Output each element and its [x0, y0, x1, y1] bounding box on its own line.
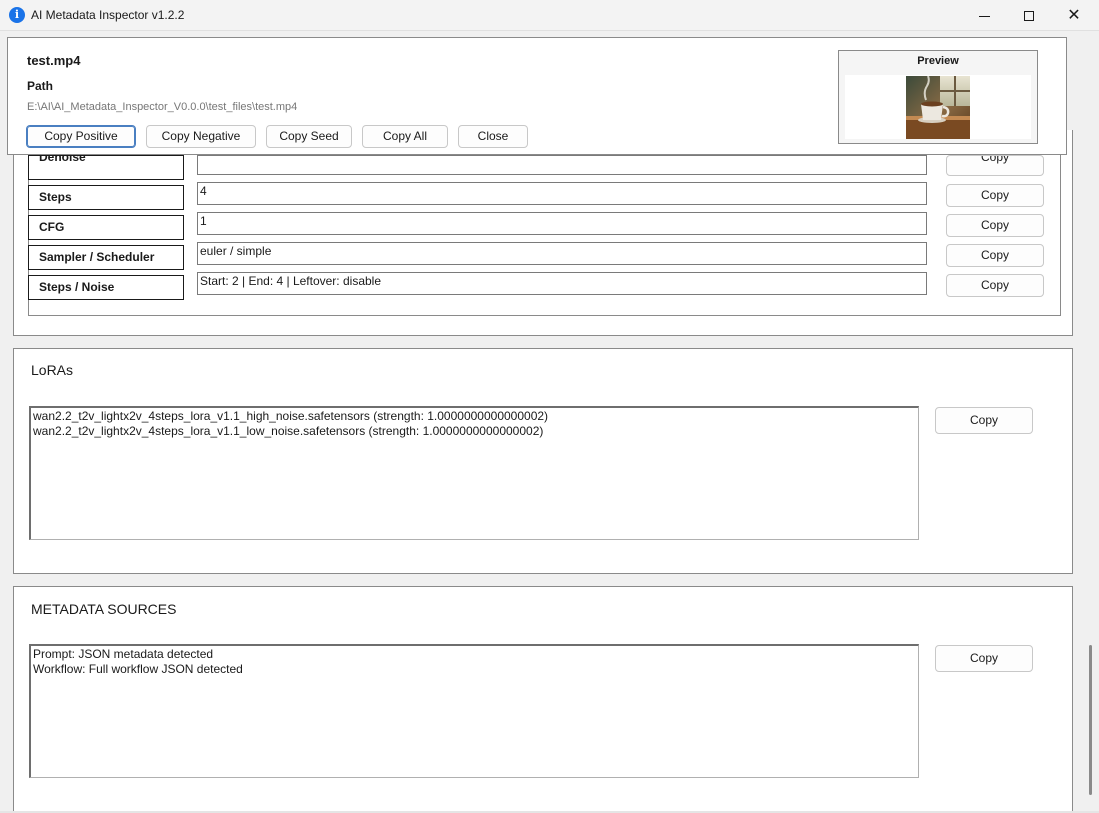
copy-all-button[interactable]: Copy All	[362, 125, 448, 148]
copy-loras-button[interactable]: Copy	[935, 407, 1033, 434]
copy-sampler-button[interactable]: Copy	[946, 244, 1044, 267]
loras-panel: LoRAs wan2.2_t2v_lightx2v_4steps_lora_v1…	[13, 348, 1073, 574]
file-name: test.mp4	[27, 53, 81, 68]
loras-title: LoRAs	[31, 362, 74, 378]
copy-seed-button[interactable]: Copy Seed	[266, 125, 352, 148]
path-value: E:\AI\AI_Metadata_Inspector_V0.0.0\test_…	[27, 101, 298, 113]
param-label-denoise: Denoise	[28, 155, 184, 180]
preview-label: Preview	[917, 55, 959, 67]
close-button[interactable]: Close	[458, 125, 528, 148]
copy-denoise-button[interactable]: Copy	[946, 155, 1044, 176]
copy-cfg-button[interactable]: Copy	[946, 214, 1044, 237]
file-header-panel: test.mp4 Path E:\AI\AI_Metadata_Inspecto…	[7, 37, 1067, 155]
param-value-steps[interactable]: 4	[197, 182, 927, 205]
lora-line: wan2.2_t2v_lightx2v_4steps_lora_v1.1_hig…	[33, 409, 549, 423]
preview-thumbnail[interactable]	[906, 76, 970, 139]
preview-frame	[845, 75, 1031, 139]
metadata-sources-panel: METADATA SOURCES Prompt: JSON metadata d…	[13, 586, 1073, 813]
copy-steps-noise-button[interactable]: Copy	[946, 274, 1044, 297]
param-value-steps-noise[interactable]: Start: 2 | End: 4 | Leftover: disable	[197, 272, 927, 295]
loras-textarea[interactable]: wan2.2_t2v_lightx2v_4steps_lora_v1.1_hig…	[29, 406, 919, 540]
param-label-cfg: CFG	[28, 215, 184, 240]
param-label-steps: Steps	[28, 185, 184, 210]
copy-negative-button[interactable]: Copy Negative	[146, 125, 256, 148]
metadata-sources-textarea[interactable]: Prompt: JSON metadata detected Workflow:…	[29, 644, 919, 778]
copy-metadata-sources-button[interactable]: Copy	[935, 645, 1033, 672]
param-value-cfg[interactable]: 1	[197, 212, 927, 235]
copy-steps-button[interactable]: Copy	[946, 184, 1044, 207]
param-value-denoise[interactable]	[197, 155, 927, 175]
param-label-sampler: Sampler / Scheduler	[28, 245, 184, 270]
param-label-steps-noise: Steps / Noise	[28, 275, 184, 300]
param-value-sampler[interactable]: euler / simple	[197, 242, 927, 265]
copy-positive-button[interactable]: Copy Positive	[26, 125, 136, 148]
metadata-source-line: Workflow: Full workflow JSON detected	[33, 662, 243, 676]
metadata-sources-title: METADATA SOURCES	[31, 601, 177, 617]
path-label: Path	[27, 79, 54, 93]
metadata-source-line: Prompt: JSON metadata detected	[33, 647, 214, 661]
preview-box: Preview	[838, 50, 1038, 144]
lora-line: wan2.2_t2v_lightx2v_4steps_lora_v1.1_low…	[33, 424, 544, 438]
scrollbar-thumb[interactable]	[1089, 645, 1092, 795]
